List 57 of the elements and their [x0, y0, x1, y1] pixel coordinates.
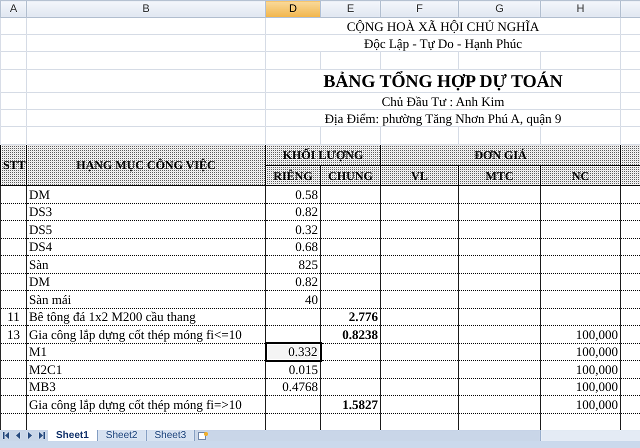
column-heading: CHUNG — [320, 166, 380, 186]
column-heading: ĐƠN GIÁ — [380, 144, 620, 166]
column-heading: HẠNG MỤC CÔNG VIỆC — [26, 144, 266, 186]
table-cell: Gia công lắp dựng cốt thép móng fi=>10 — [26, 396, 266, 413]
table-cell: Sàn — [26, 256, 266, 273]
column-header[interactable]: B — [26, 0, 266, 18]
sheet-tab[interactable]: Sheet2 — [98, 430, 146, 441]
sheet-tab[interactable]: Sheet3 — [146, 430, 196, 441]
report-title: BẢNG TỔNG HỢP DỰ TOÁN — [266, 70, 620, 92]
table-cell: 100,000 — [540, 326, 620, 343]
table-cell: MB3 — [26, 378, 266, 396]
column-heading: STT — [0, 144, 26, 186]
column-heading: RIÊNG — [266, 166, 320, 186]
table-cell: DS3 — [26, 203, 266, 220]
table-cell: Sàn mái — [26, 290, 266, 308]
table-cell: 100,000 — [540, 360, 620, 378]
column-header[interactable]: D — [266, 0, 320, 18]
table-cell: 0.68 — [266, 238, 320, 256]
table-cell: 0.8238 — [320, 326, 380, 343]
sheet-tab[interactable]: Sheet1 — [48, 430, 98, 441]
motto-text: Độc Lập - Tự Do - Hạnh Phúc — [266, 34, 620, 52]
table-cell: 11 — [0, 308, 26, 326]
table-cell: 100,000 — [540, 378, 620, 396]
table-cell: 0.332 — [266, 343, 320, 360]
column-header[interactable]: H — [540, 0, 620, 18]
table-cell: 100,000 — [540, 396, 620, 413]
table-cell: DS5 — [26, 220, 266, 238]
table-cell: Bê tông đá 1x2 M200 cầu thang — [26, 308, 266, 326]
table-cell: 100,000 — [540, 343, 620, 360]
table-cell: Gia công lắp dựng cốt thép móng fi<=10 — [26, 326, 266, 343]
table-cell: 0.015 — [266, 360, 320, 378]
table-cell: 0.4768 — [266, 378, 320, 396]
motto-text: CỘNG HOÀ XÃ HỘI CHỦ NGHĨA — [266, 18, 620, 34]
table-cell: 13 — [0, 326, 26, 343]
table-cell: DM — [26, 273, 266, 290]
horizontal-scrollbar[interactable] — [540, 430, 640, 441]
table-cell: 1.5827 — [320, 396, 380, 413]
table-cell: 825 — [266, 256, 320, 273]
table-cell: 0.82 — [266, 273, 320, 290]
table-cell: M2C1 — [26, 360, 266, 378]
table-cell: DS4 — [26, 238, 266, 256]
table-cell: DM — [26, 186, 266, 203]
column-header[interactable]: E — [320, 0, 380, 18]
table-cell: 2.776 — [320, 308, 380, 326]
table-cell: 0.82 — [266, 203, 320, 220]
column-heading: VL — [380, 166, 458, 186]
column-header[interactable]: A — [0, 0, 26, 18]
column-header[interactable]: G — [458, 0, 540, 18]
table-cell: 0.32 — [266, 220, 320, 238]
column-heading: MTC — [458, 166, 540, 186]
column-heading: KHỐI LƯỢNG — [266, 144, 380, 166]
info-text: Chủ Đầu Tư : Anh Kim — [266, 92, 620, 110]
table-cell: 0.58 — [266, 186, 320, 203]
column-heading: NC — [540, 166, 620, 186]
table-cell: 40 — [266, 290, 320, 308]
column-header[interactable]: F — [380, 0, 458, 18]
info-text: Địa Điểm: phường Tăng Nhơn Phú A, quận 9 — [266, 110, 620, 126]
